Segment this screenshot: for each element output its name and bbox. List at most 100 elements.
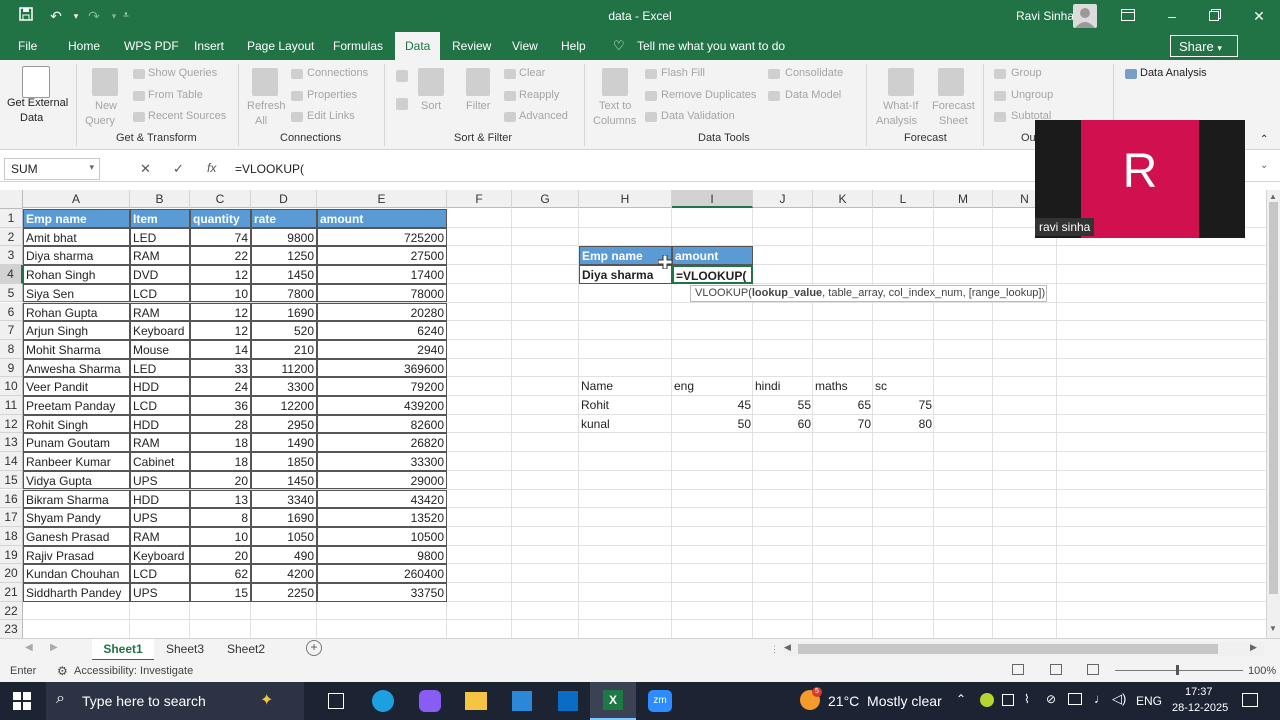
insert-function-icon[interactable]: fx <box>207 161 216 175</box>
close-icon[interactable]: ✕ <box>1249 6 1269 26</box>
column-header-b[interactable]: B <box>130 190 190 208</box>
table-cell[interactable]: LCD <box>130 283 190 303</box>
new-query-label[interactable]: New <box>95 100 117 112</box>
table-cell[interactable]: 36 <box>190 396 251 415</box>
row-header-3[interactable]: 3 <box>0 246 23 266</box>
consolidate-button[interactable]: Consolidate <box>785 67 843 79</box>
table-cell[interactable]: Punam Goutam <box>23 433 130 453</box>
table-cell[interactable]: Shyam Pandy <box>23 508 130 527</box>
table-cell[interactable]: 9800 <box>317 545 447 565</box>
tab-help[interactable]: Help <box>561 39 586 53</box>
sort-button[interactable]: Sort <box>421 100 441 112</box>
scroll-down-icon[interactable]: ▼ <box>1269 624 1277 633</box>
properties-button[interactable]: Properties <box>307 89 357 101</box>
data-validation-button[interactable]: Data Validation <box>661 110 735 122</box>
row-header-21[interactable]: 21 <box>0 583 23 602</box>
file-explorer-icon[interactable] <box>465 692 487 710</box>
row-header-19[interactable]: 19 <box>0 545 23 565</box>
table-cell[interactable]: 10500 <box>317 526 447 546</box>
tab-review[interactable]: Review <box>452 39 491 53</box>
table-cell[interactable]: 1690 <box>251 302 317 322</box>
notifications-icon[interactable] <box>1242 693 1258 707</box>
column-header-k[interactable]: K <box>813 190 873 208</box>
table-header-cell[interactable]: quantity <box>190 209 251 228</box>
marks-header-cell[interactable]: hindi <box>753 377 813 396</box>
table-cell[interactable]: 2950 <box>251 414 317 434</box>
table-cell[interactable]: 1450 <box>251 470 317 490</box>
tooltip-function[interactable]: VLOOKUP( <box>695 287 752 299</box>
table-cell[interactable]: 4200 <box>251 564 317 583</box>
video-tile[interactable]: R ravi sinha <box>1035 120 1245 238</box>
table-cell[interactable]: RAM <box>130 526 190 546</box>
table-cell[interactable]: LED <box>130 227 190 247</box>
table-cell[interactable]: 369600 <box>317 358 447 378</box>
ribbon-display-icon[interactable] <box>1118 6 1138 26</box>
marks-cell[interactable]: Rohit <box>579 396 672 415</box>
table-cell[interactable]: RAM <box>130 302 190 322</box>
text-to-columns-label2[interactable]: Columns <box>593 115 636 127</box>
table-cell[interactable]: 8 <box>190 508 251 527</box>
table-cell[interactable]: Anwesha Sharma <box>23 358 130 378</box>
vertical-scrollbar[interactable]: ▲ ▼ <box>1266 190 1280 638</box>
table-cell[interactable]: 210 <box>251 339 317 359</box>
vertical-scroll-thumb[interactable] <box>1269 202 1278 594</box>
edit-links-button[interactable]: Edit Links <box>307 110 355 122</box>
marks-cell[interactable]: kunal <box>579 415 672 434</box>
what-if-analysis-label[interactable]: What-If <box>883 100 918 112</box>
table-cell[interactable]: Rohan Gupta <box>23 302 130 322</box>
table-cell[interactable]: Ganesh Prasad <box>23 526 130 546</box>
from-table-button[interactable]: From Table <box>148 89 203 101</box>
table-cell[interactable]: 490 <box>251 545 317 565</box>
tab-wps-pdf[interactable]: WPS PDF <box>124 39 179 53</box>
row-header-20[interactable]: 20 <box>0 564 23 583</box>
column-header-d[interactable]: D <box>251 190 317 208</box>
table-cell[interactable]: 20 <box>190 470 251 490</box>
what-if-analysis-label2[interactable]: Analysis <box>876 115 917 127</box>
row-header-5[interactable]: 5 <box>0 283 23 303</box>
data-analysis-button[interactable]: Data Analysis <box>1140 67 1207 79</box>
formula-input[interactable]: =VLOOKUP( <box>235 162 304 176</box>
row-header-13[interactable]: 13 <box>0 433 23 453</box>
tab-data[interactable]: Data <box>395 32 441 60</box>
store-icon[interactable] <box>512 691 532 711</box>
column-header-j[interactable]: J <box>753 190 813 208</box>
marks-cell[interactable]: 65 <box>813 396 873 415</box>
table-cell[interactable]: 62 <box>190 564 251 583</box>
table-cell[interactable]: 29000 <box>317 470 447 490</box>
scroll-right-icon[interactable]: ▶ <box>1250 642 1257 653</box>
marks-cell[interactable]: 75 <box>873 396 934 415</box>
table-cell[interactable]: UPS <box>130 508 190 527</box>
table-cell[interactable]: 22 <box>190 246 251 266</box>
table-cell[interactable]: Mohit Sharma <box>23 339 130 359</box>
edge-icon[interactable] <box>372 690 394 712</box>
row-header-14[interactable]: 14 <box>0 452 23 471</box>
tab-home[interactable]: Home <box>68 39 100 53</box>
chevron-down-icon[interactable]: ▾ <box>89 162 94 173</box>
sheet-tab-sheet2[interactable]: Sheet2 <box>227 642 265 656</box>
next-sheet-icon[interactable]: ▶ <box>50 642 58 653</box>
table-cell[interactable]: 6240 <box>317 321 447 340</box>
table-cell[interactable]: Preetam Panday <box>23 396 130 415</box>
language-indicator[interactable]: ENG <box>1136 694 1162 708</box>
horizontal-scroll-thumb[interactable] <box>798 644 1218 654</box>
table-cell[interactable]: 20280 <box>317 302 447 322</box>
table-header-cell[interactable]: Emp name <box>23 209 130 228</box>
row-header-17[interactable]: 17 <box>0 508 23 527</box>
hidden-icons-chevron-icon[interactable]: ⌃ <box>956 692 966 706</box>
sort-za-icon[interactable] <box>396 98 408 110</box>
table-cell[interactable]: 17400 <box>317 265 447 284</box>
cancel-entry-icon[interactable]: ✕ <box>140 161 151 177</box>
horizontal-scrollbar[interactable]: ◀ ▶ <box>784 642 1264 656</box>
table-cell[interactable]: 13 <box>190 489 251 509</box>
page-break-view-icon[interactable] <box>1087 664 1099 675</box>
table-cell[interactable]: DVD <box>130 265 190 284</box>
row-header-4[interactable]: 4 <box>0 265 23 284</box>
table-cell[interactable]: 14 <box>190 339 251 359</box>
volume-icon[interactable]: ◁) <box>1112 691 1126 707</box>
data-model-button[interactable]: Data Model <box>785 89 841 101</box>
row-header-2[interactable]: 2 <box>0 227 23 247</box>
table-cell[interactable]: 520 <box>251 321 317 340</box>
mic-icon[interactable]: ⊘ <box>1046 692 1056 706</box>
table-cell[interactable]: Mouse <box>130 339 190 359</box>
get-external-data-label2[interactable]: Data <box>20 112 43 124</box>
